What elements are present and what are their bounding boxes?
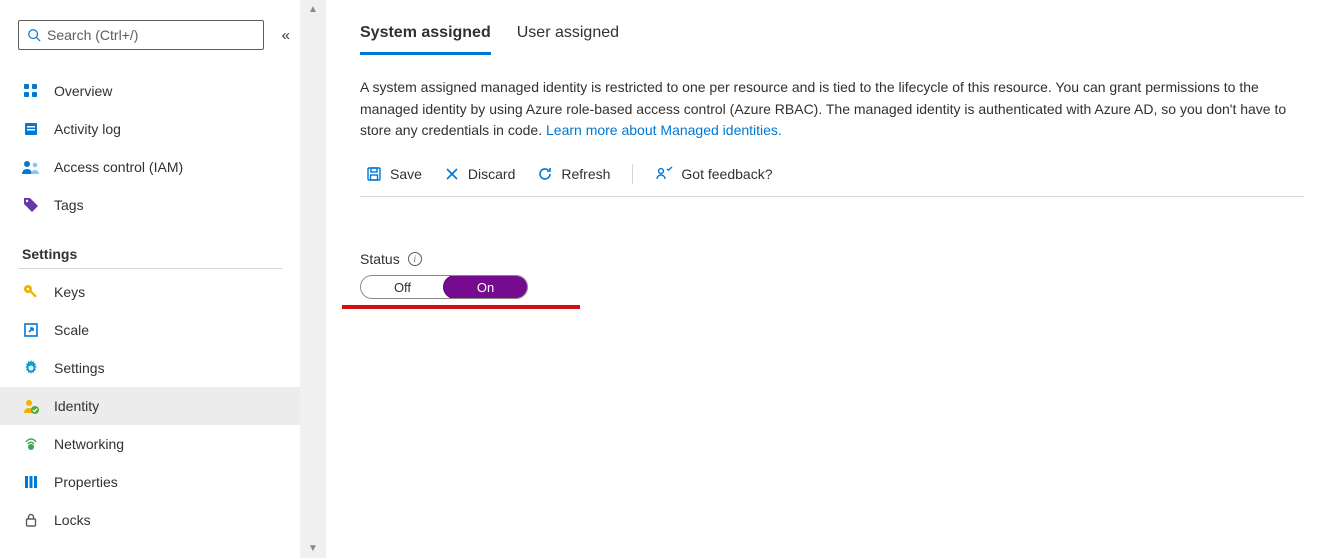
networking-icon (22, 435, 40, 453)
overview-icon (22, 82, 40, 100)
learn-more-link[interactable]: Learn more about Managed identities. (546, 122, 782, 138)
sidebar-item-overview[interactable]: Overview (18, 72, 282, 110)
identity-icon (22, 397, 40, 415)
toggle-off[interactable]: Off (361, 276, 444, 298)
button-label: Discard (468, 166, 515, 182)
discard-icon (444, 166, 460, 182)
status-field: Status i Off On (360, 251, 1304, 309)
tags-icon (22, 196, 40, 214)
toolbar-separator (632, 164, 633, 184)
sidebar-item-identity[interactable]: Identity (0, 387, 300, 425)
annotation-highlight (342, 305, 580, 309)
sidebar-item-label: Networking (54, 436, 124, 452)
locks-icon (22, 511, 40, 529)
button-label: Got feedback? (681, 166, 772, 182)
info-icon[interactable]: i (408, 252, 422, 266)
sidebar-item-scale[interactable]: Scale (18, 311, 282, 349)
scale-icon (22, 321, 40, 339)
sidebar-item-label: Locks (54, 512, 91, 528)
toggle-on[interactable]: On (443, 275, 528, 299)
sidebar-item-label: Keys (54, 284, 85, 300)
sidebar-item-label: Tags (54, 197, 84, 213)
feedback-icon (655, 166, 673, 182)
sidebar-item-label: Settings (54, 360, 105, 376)
sidebar-item-label: Access control (IAM) (54, 159, 183, 175)
collapse-sidebar-button[interactable]: « (282, 27, 290, 44)
sidebar-item-label: Overview (54, 83, 112, 99)
discard-button[interactable]: Discard (438, 162, 521, 186)
save-button[interactable]: Save (360, 162, 428, 186)
divider (18, 268, 282, 269)
description-text: A system assigned managed identity is re… (360, 77, 1300, 142)
sidebar-item-tags[interactable]: Tags (18, 186, 282, 224)
main-content: System assigned User assigned A system a… (326, 0, 1332, 558)
sidebar-item-access-control[interactable]: Access control (IAM) (18, 148, 282, 186)
status-toggle[interactable]: Off On (360, 275, 528, 299)
search-input-wrapper[interactable] (18, 20, 264, 50)
sidebar-item-activity-log[interactable]: Activity log (18, 110, 282, 148)
feedback-button[interactable]: Got feedback? (649, 162, 778, 186)
description-body: A system assigned managed identity is re… (360, 79, 1286, 138)
refresh-button[interactable]: Refresh (531, 162, 616, 186)
sidebar-item-properties[interactable]: Properties (18, 463, 282, 501)
sidebar: « Overview Activity log Access control (… (0, 0, 300, 558)
command-bar: Save Discard Refresh Got feedback? (360, 162, 1304, 197)
settings-icon (22, 359, 40, 377)
status-label: Status (360, 251, 400, 267)
sidebar-item-label: Scale (54, 322, 89, 338)
properties-icon (22, 473, 40, 491)
scroll-up-icon[interactable]: ▲ (300, 4, 326, 15)
sidebar-menu: Overview Activity log Access control (IA… (18, 72, 300, 539)
sidebar-item-label: Identity (54, 398, 99, 414)
sidebar-item-networking[interactable]: Networking (18, 425, 282, 463)
sidebar-item-settings[interactable]: Settings (18, 349, 282, 387)
search-input[interactable] (47, 27, 255, 43)
refresh-icon (537, 166, 553, 182)
button-label: Refresh (561, 166, 610, 182)
tab-system-assigned[interactable]: System assigned (360, 24, 491, 55)
save-icon (366, 166, 382, 182)
activity-log-icon (22, 120, 40, 138)
sidebar-item-locks[interactable]: Locks (18, 501, 282, 539)
tab-user-assigned[interactable]: User assigned (517, 24, 619, 55)
button-label: Save (390, 166, 422, 182)
sidebar-item-keys[interactable]: Keys (18, 273, 282, 311)
identity-tabs: System assigned User assigned (360, 24, 1304, 55)
sidebar-section-settings: Settings (22, 246, 282, 262)
keys-icon (22, 283, 40, 301)
sidebar-scrollbar[interactable]: ▲ ▼ (300, 0, 326, 558)
scroll-down-icon[interactable]: ▼ (300, 543, 326, 554)
sidebar-item-label: Activity log (54, 121, 121, 137)
search-icon (27, 28, 41, 42)
sidebar-item-label: Properties (54, 474, 118, 490)
access-control-icon (22, 158, 40, 176)
